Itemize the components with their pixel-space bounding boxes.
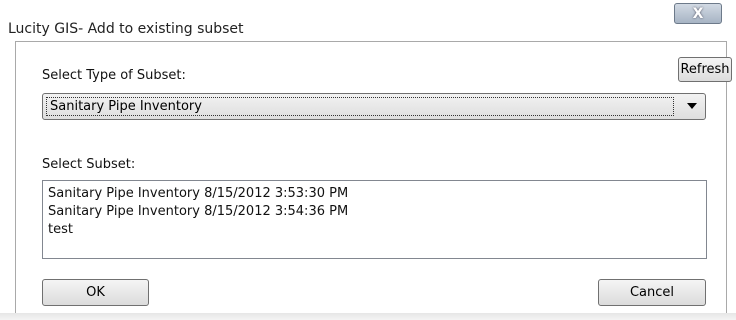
window-title: Lucity GIS- Add to existing subset xyxy=(8,21,244,37)
list-item[interactable]: Sanitary Pipe Inventory 8/15/2012 3:53:3… xyxy=(48,185,701,203)
subset-type-dropdown[interactable]: Sanitary Pipe Inventory xyxy=(42,93,706,120)
cancel-button[interactable]: Cancel xyxy=(598,279,706,306)
title-bar: Lucity GIS- Add to existing subset X xyxy=(0,0,736,40)
list-item[interactable]: test xyxy=(48,221,701,239)
subset-listbox[interactable]: Sanitary Pipe Inventory 8/15/2012 3:53:3… xyxy=(42,180,707,259)
window-bottom-edge xyxy=(0,313,736,320)
window-left-edge xyxy=(0,40,15,314)
close-button[interactable]: X xyxy=(674,3,722,24)
ok-button[interactable]: OK xyxy=(42,279,149,306)
subset-list-label: Select Subset: xyxy=(42,157,136,172)
refresh-button[interactable]: Refresh xyxy=(678,57,732,82)
subset-type-selected-value: Sanitary Pipe Inventory xyxy=(46,97,674,116)
chevron-down-icon[interactable] xyxy=(687,103,697,109)
subset-type-label: Select Type of Subset: xyxy=(42,68,186,83)
list-item[interactable]: Sanitary Pipe Inventory 8/15/2012 3:54:3… xyxy=(48,203,701,221)
close-icon: X xyxy=(692,5,704,22)
